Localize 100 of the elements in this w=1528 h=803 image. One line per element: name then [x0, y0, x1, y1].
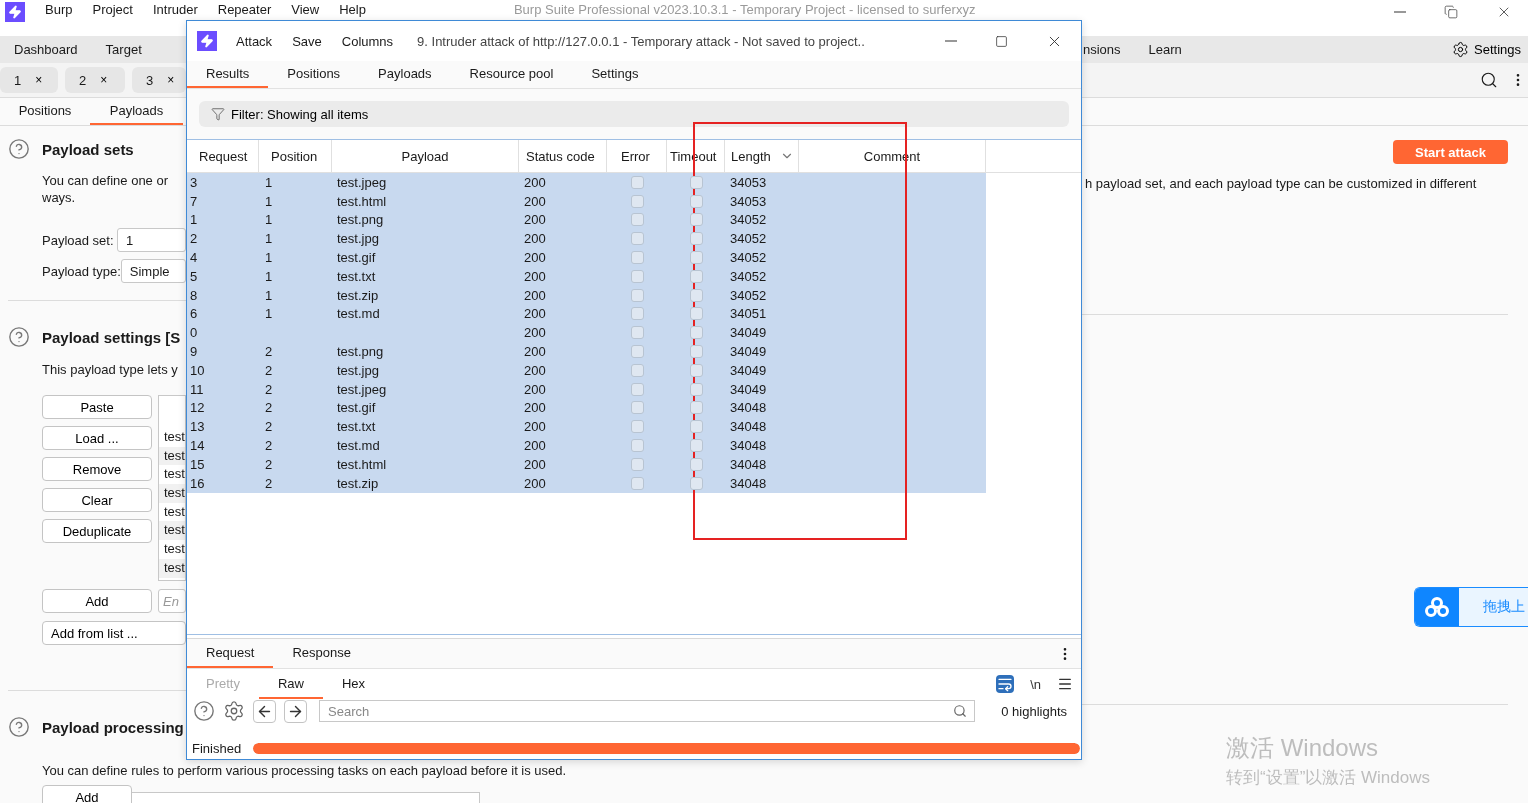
close-tab-button[interactable]: ×	[35, 73, 43, 87]
menu-item[interactable]: Intruder	[152, 2, 198, 17]
menu-item[interactable]: Repeater	[217, 2, 272, 17]
attack-tab[interactable]: 1 ×	[0, 67, 58, 93]
menu-item[interactable]: Save	[292, 33, 322, 49]
table-row[interactable]: 2 1 test.jpg 200 34052	[187, 229, 986, 249]
table-cell-text: 9	[189, 343, 199, 361]
description-text: You can define rules to perform various processing tasks on each payload before it is used.	[41, 762, 567, 779]
tab[interactable]: Positions	[0, 98, 90, 125]
search-icon	[953, 704, 968, 718]
table-row[interactable]: 14 2 test.md 200 34048	[187, 436, 986, 455]
table-cell-text: 200	[523, 286, 547, 305]
table-cell-text: 0	[189, 324, 199, 343]
menu-item[interactable]: Project	[92, 2, 133, 17]
nav-tab[interactable]: Dashboard	[0, 41, 92, 57]
help-icon[interactable]	[8, 326, 30, 348]
add-button[interactable]: Add	[42, 589, 152, 613]
column-header[interactable]: Error	[607, 140, 667, 172]
column-header[interactable]: Request	[187, 140, 259, 172]
wrap-lines-button[interactable]	[996, 675, 1015, 693]
search-icon[interactable]	[1480, 71, 1498, 89]
table-row[interactable]: 4 1 test.gif 200 34052	[187, 248, 986, 267]
section-heading: Payload sets	[42, 140, 134, 158]
table-cell-text: 34048	[729, 474, 768, 493]
table-cell-text: 34048	[729, 418, 768, 437]
action-button[interactable]: Clear	[42, 488, 152, 512]
add-from-list-button[interactable]: Add from list ...	[42, 621, 186, 645]
table-cell-text: 1	[264, 230, 274, 249]
table-row[interactable]: 9 2 test.png 200 34049	[187, 342, 986, 361]
table-row[interactable]: 13 2 test.txt 200 34048	[187, 417, 986, 437]
filter-bar[interactable]: Filter: Showing all items	[199, 101, 1069, 127]
close-tab-button[interactable]: ×	[167, 73, 175, 87]
tab[interactable]: Raw	[258, 669, 323, 699]
restore-button[interactable]	[1442, 3, 1460, 21]
tab[interactable]: Settings	[572, 61, 658, 88]
app-logo	[197, 31, 217, 51]
settings-icon	[1452, 40, 1469, 58]
menu-item[interactable]: Attack	[236, 33, 273, 49]
settings-button[interactable]: Settings	[1452, 40, 1521, 58]
nav-tab[interactable]: Target	[91, 41, 156, 57]
list-item[interactable]: test	[159, 484, 185, 503]
tab[interactable]: Positions	[268, 61, 360, 88]
table-cell-text: 2	[264, 437, 274, 455]
table-cell-text: 5	[189, 267, 199, 286]
table-cell-text: 1	[264, 267, 274, 286]
table-cell-text: 200	[523, 173, 547, 192]
action-button[interactable]: Remove	[42, 457, 152, 481]
action-button[interactable]: Paste	[42, 395, 152, 419]
table-cell-text: 34052	[729, 211, 768, 230]
nav-tab[interactable]: nsions	[1082, 41, 1122, 57]
tab[interactable]: Hex	[323, 669, 385, 699]
help-icon[interactable]	[8, 716, 30, 738]
close-tab-button[interactable]: ×	[100, 73, 108, 87]
tab[interactable]: Response	[273, 639, 370, 668]
table-cell-text: test.txt	[336, 418, 377, 437]
menu-item[interactable]: Columns	[341, 33, 394, 49]
help-icon[interactable]	[193, 700, 215, 722]
table-cell-text: test.png	[336, 343, 385, 361]
table-cell-text: 1	[264, 173, 274, 192]
column-header[interactable]: Length	[725, 140, 799, 172]
input-field[interactable]: En	[158, 589, 186, 613]
action-button[interactable]: Load ...	[42, 426, 152, 450]
table-cell-text: test.gif	[336, 249, 377, 267]
select-field[interactable]: 1	[117, 228, 186, 252]
back-button[interactable]	[253, 699, 276, 723]
column-header[interactable]: Position	[259, 140, 332, 172]
menu-item[interactable]: View	[291, 2, 320, 17]
attack-tab[interactable]: 3 ×	[132, 67, 186, 93]
menu-item[interactable]: Help	[339, 2, 366, 17]
forward-button[interactable]	[284, 699, 307, 723]
menu-item[interactable]: Burp	[45, 2, 73, 17]
add-button[interactable]: Add	[42, 785, 132, 803]
table-cell-text: 1	[264, 286, 274, 305]
action-button[interactable]: Deduplicate	[42, 519, 152, 543]
search-field[interactable]: Search	[319, 700, 976, 722]
table-row[interactable]: 0 200 34049	[187, 323, 986, 343]
newline-toggle[interactable]: \n	[1030, 676, 1041, 692]
table-cell-text: 200	[523, 324, 547, 343]
table-cell-text: 34053	[729, 192, 768, 211]
select-field[interactable]: Simple	[120, 259, 186, 283]
table-cell-text: 2	[264, 380, 274, 399]
menu-button[interactable]	[1057, 676, 1073, 692]
help-icon[interactable]	[8, 138, 30, 160]
settings-icon[interactable]	[223, 700, 245, 722]
column-header[interactable]: Status code	[519, 140, 607, 172]
table-cell-text: 15	[189, 455, 206, 474]
table-cell-text: 2	[189, 230, 199, 249]
table-cell-text: test.zip	[336, 474, 380, 493]
table-row[interactable]: 3 1 test.jpeg 200 34053	[187, 173, 986, 192]
window-title: Burp Suite Professional v2023.10.3.1 - Temporary Project - licensed to surferxyz	[513, 2, 976, 17]
maximize-icon	[995, 34, 1008, 48]
column-header[interactable]: Payload	[332, 140, 519, 172]
nav-tab[interactable]: Learn	[1147, 41, 1183, 57]
tab[interactable]: Payloads	[359, 61, 451, 88]
tab[interactable]: Payloads	[90, 98, 183, 125]
attack-tab[interactable]: 2 ×	[65, 67, 125, 93]
list-item[interactable]: test	[159, 521, 185, 541]
description-text: This payload type lets y	[41, 361, 178, 378]
tab[interactable]: Resource pool	[450, 61, 573, 88]
table-cell-text: 34052	[729, 230, 768, 249]
